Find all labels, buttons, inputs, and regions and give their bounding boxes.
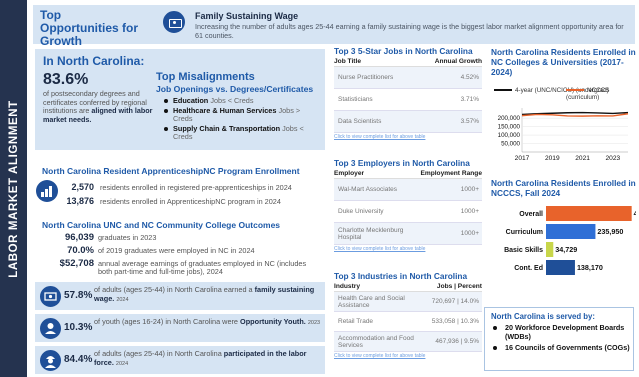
nc-summary-panel: In North Carolina: 83.6% of postsecondar… [35, 49, 325, 150]
series-line-1 [521, 113, 629, 117]
legend-swatch [494, 89, 512, 92]
stat-percent: 57.8% [64, 290, 93, 301]
stat-labor-force: 84.4% of adults (ages 25-44) in North Ca… [35, 346, 325, 374]
legend-swatch [566, 89, 584, 92]
bar [546, 260, 575, 275]
banner-subtitle: Family Sustaining Wage [195, 11, 299, 21]
bar-data-label: 138,170 [577, 263, 603, 272]
legend-item-ncccs: NCCCS (curriculum) [566, 87, 610, 101]
aligned-percent: 83.6% [43, 71, 89, 88]
bar-category-label: Overall [519, 211, 543, 218]
stat-opportunity-youth: 10.3% of youth (ages 16-24) in North Car… [35, 314, 325, 342]
served-title: North Carolina is served by: [491, 312, 595, 321]
list-item: Supply Chain & Transportation Jobs < Cre… [164, 124, 319, 142]
stat-family-wage: 57.8% of adults (ages 25-44) in North Ca… [35, 282, 325, 310]
table-title: Top 3 Employers in North Carolina [334, 158, 470, 168]
x-tick-label: 2021 [575, 155, 590, 162]
bar-data-label: 34,729 [555, 245, 577, 254]
misalignments-title: Top Misalignments [156, 71, 255, 83]
top-jobs-table: Top 3 5-Star Jobs in North Carolina Job … [334, 47, 482, 140]
worker-icon [40, 350, 61, 371]
table-row: Statisticians 3.71% [334, 89, 482, 111]
top-industries-table: Top 3 Industries in North Carolina Indus… [334, 272, 482, 359]
bar-data-label: 235,950 [597, 227, 623, 236]
list-item: Healthcare & Human Services Jobs > Creds [164, 106, 319, 124]
stat-text: of adults (ages 25-44) in North Carolina… [94, 349, 307, 367]
apprenticeship-row: 2,570 residents enrolled in registered pr… [71, 182, 292, 192]
table-header: Industry Jobs | Percent [334, 283, 482, 292]
x-tick-label: 2017 [515, 155, 530, 162]
enrollment-line-chart: 50,000 100,000150,000 200,000 2017 2019 2021 2… [498, 108, 629, 162]
view-industries-link[interactable]: Click to view complete list for above ta… [334, 353, 482, 359]
x-tick-label: 2019 [545, 155, 560, 162]
sidebar-title: LABOR MARKET ALIGNMENT [7, 99, 20, 278]
bar [546, 224, 596, 239]
bar-category-label: Basic Skills [504, 247, 543, 254]
list-item: 16 Councils of Governments (COGs) [493, 343, 633, 352]
aligned-description: of postsecondary degrees and certificate… [43, 89, 153, 124]
stat-text: of youth (ages 16-24) in North Carolina … [94, 317, 321, 326]
table-header: Employer Employment Range [334, 170, 482, 179]
sidebar: LABOR MARKET ALIGNMENT [0, 0, 27, 377]
table-row: Charlotte Mecklenburg Hospital 1000+ [334, 223, 482, 245]
banner-title: Top Opportunities for Growth [40, 8, 138, 48]
table-row: Accommodation and Food Services 467,936 |… [334, 332, 482, 352]
y-tick-label: 200,000 [498, 115, 521, 122]
y-tick-label: 100,000 [498, 132, 521, 139]
nc-heading: In North Carolina: [43, 54, 145, 68]
x-tick-label: 2023 [606, 155, 621, 162]
apprenticeship-heading: North Carolina Resident ApprenticeshipNC… [42, 166, 300, 176]
enrollment-line-chart-title: North Carolina Residents Enrolled in NC … [491, 47, 636, 77]
stat-percent: 10.3% [64, 322, 93, 333]
table-row: Duke University 1000+ [334, 201, 482, 223]
table-row: Health Care and Social Assistance 720,697… [334, 292, 482, 312]
outcome-row: 96,039 graduates in 2023 [64, 232, 157, 243]
bar-category-label: Curriculum [506, 229, 543, 236]
table-row: Nurse Practitioners 4.52% [334, 67, 482, 89]
top-employers-table: Top 3 Employers in North Carolina Employ… [334, 159, 482, 252]
y-tick-label: 150,000 [498, 124, 521, 131]
table-title: Top 3 5-Star Jobs in North Carolina [334, 46, 473, 56]
banner-text: Increasing the number of adults ages 25-… [195, 22, 624, 40]
outcome-row: 70.0% of 2019 graduates were employed in … [67, 245, 255, 256]
ncccs-bar-chart-title: North Carolina Residents Enrolled in NCC… [491, 178, 636, 198]
money-icon [40, 286, 61, 307]
y-tick-label: 50,000 [501, 141, 520, 148]
outcome-row: $52,708 annual average earnings of gradua… [59, 258, 307, 276]
stat-percent: 84.4% [64, 354, 93, 365]
bar [546, 206, 632, 221]
apprenticeship-row: 13,876 residents enrolled in Apprenticesh… [66, 196, 281, 206]
misalignments-list: Education Jobs < Creds Healthcare & Huma… [164, 96, 319, 143]
view-employers-link[interactable]: Click to view complete list for above ta… [334, 246, 482, 252]
top-opportunities-banner: Top Opportunities for Growth Family Sust… [33, 5, 635, 48]
bar-data-label: 408,849 [634, 209, 636, 218]
table-row: Wal-Mart Associates 1000+ [334, 179, 482, 201]
bar-chart-icon [36, 180, 58, 202]
table-row: Data Scientists 3.57% [334, 111, 482, 133]
stat-text: of adults (ages 25-44) in North Carolina… [94, 285, 315, 303]
misalignments-subtitle: Job Openings vs. Degrees/Certificates [156, 84, 314, 94]
youth-icon [40, 318, 61, 339]
bar-category-label: Cont. Ed [514, 265, 543, 272]
bar [546, 242, 554, 257]
list-item: 20 Workforce Development Boards (WDBs) [493, 323, 633, 341]
ncccs-bar-chart: Overall 408,849 Curriculum 235,950 Basic Ski… [504, 206, 636, 275]
view-jobs-link[interactable]: Click to view complete list for above ta… [334, 134, 482, 140]
served-by-box: North Carolina is served by: 20 Workforc… [484, 307, 634, 371]
list-item: Education Jobs < Creds [164, 96, 319, 106]
table-header: Job Title Annual Growth [334, 58, 482, 67]
table-row: Retail Trade 533,058 | 10.3% [334, 312, 482, 332]
wage-icon [163, 11, 185, 33]
table-title: Top 3 Industries in North Carolina [334, 271, 468, 281]
outcomes-heading: North Carolina UNC and NC Community Coll… [42, 220, 281, 230]
